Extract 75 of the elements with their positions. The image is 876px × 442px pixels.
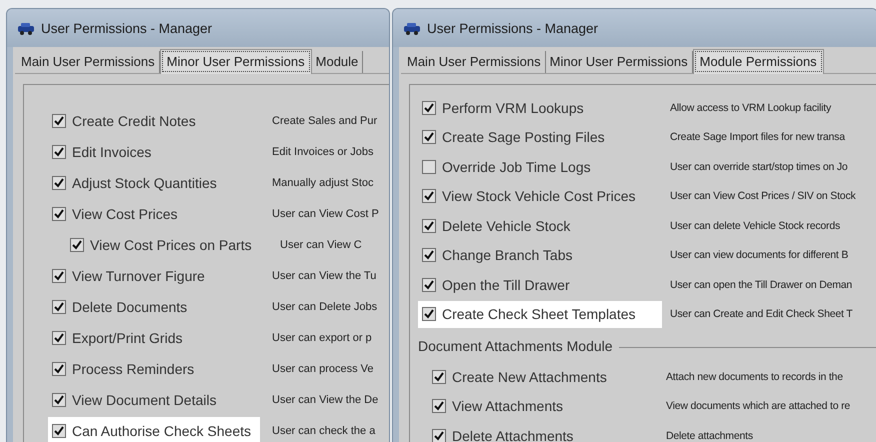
permission-description: User can View Cost Prices / SIV on Stock bbox=[669, 190, 856, 202]
permission-label: View Turnover Figure bbox=[72, 268, 205, 284]
permission-label: Perform VRM Lookups bbox=[442, 100, 584, 116]
permission-description: Create Sales and Pur bbox=[271, 114, 378, 126]
checkbox[interactable] bbox=[70, 238, 84, 252]
tab[interactable]: Module Permissions bbox=[692, 49, 824, 74]
car-icon bbox=[403, 21, 421, 35]
permission-description: View documents which are attached to re bbox=[665, 400, 850, 412]
checkbox[interactable] bbox=[52, 144, 66, 158]
permission-label: Create Credit Notes bbox=[72, 112, 196, 128]
checkbox[interactable] bbox=[432, 399, 446, 414]
checkbox[interactable] bbox=[422, 100, 436, 115]
permission-description: User can check the a bbox=[271, 424, 376, 436]
permission-label: Can Authorise Check Sheets bbox=[72, 422, 251, 438]
permission-label: Override Job Time Logs bbox=[442, 158, 591, 175]
checkbox[interactable] bbox=[52, 392, 66, 406]
permission-description: Manually adjust Stoc bbox=[271, 176, 374, 188]
permission-description: User can export or p bbox=[271, 332, 372, 344]
permission-description: Delete attachments bbox=[665, 430, 753, 442]
permission-label: Process Reminders bbox=[72, 360, 194, 376]
permission-description: User can View the De bbox=[271, 394, 378, 406]
permission-label: View Cost Prices bbox=[72, 206, 178, 222]
permission-description: Allow access to VRM Lookup facility bbox=[669, 102, 832, 114]
permission-description: User can view documents for different B bbox=[669, 249, 848, 262]
permission-label: Adjust Stock Quantities bbox=[72, 174, 217, 190]
permission-label: Edit Invoices bbox=[72, 144, 152, 160]
window-title: User Permissions - Manager bbox=[427, 20, 598, 36]
permission-description: User can View C bbox=[279, 238, 362, 250]
permission-label: View Attachments bbox=[452, 398, 564, 414]
checkbox[interactable] bbox=[422, 130, 436, 144]
permission-label: Export/Print Grids bbox=[72, 330, 182, 346]
permission-description: User can View Cost P bbox=[271, 208, 379, 220]
checkbox[interactable] bbox=[432, 370, 446, 384]
checkbox[interactable] bbox=[52, 330, 66, 344]
checkbox[interactable] bbox=[52, 114, 66, 128]
permission-description: Edit Invoices or Jobs bbox=[271, 146, 374, 158]
permission-label: View Document Details bbox=[72, 392, 216, 408]
permission-description: User can View the Tu bbox=[271, 270, 376, 282]
permission-label: Change Branch Tabs bbox=[442, 247, 572, 264]
checkbox[interactable] bbox=[52, 300, 66, 314]
tab[interactable]: Main User Permissions bbox=[403, 51, 546, 73]
permission-label: Delete Documents bbox=[72, 298, 188, 314]
permission-label: Create Check Sheet Templates bbox=[442, 306, 636, 322]
tab[interactable]: Module bbox=[312, 51, 364, 73]
checkbox[interactable] bbox=[422, 189, 436, 204]
tab[interactable]: Minor User Permissions bbox=[160, 49, 312, 74]
checkbox[interactable] bbox=[422, 248, 436, 262]
permission-description: User can override start/stop times on Jo bbox=[669, 160, 848, 173]
checkbox[interactable] bbox=[422, 278, 436, 292]
permission-description: User can Create and Edit Check Sheet T bbox=[669, 308, 852, 320]
permission-description: User can Delete Jobs bbox=[271, 300, 378, 312]
checkbox[interactable] bbox=[422, 307, 436, 322]
group-title: Document Attachments Module bbox=[418, 338, 619, 354]
checkbox[interactable] bbox=[52, 362, 66, 376]
checkbox[interactable] bbox=[52, 176, 66, 190]
permission-label: View Cost Prices on Parts bbox=[90, 236, 252, 252]
checkbox[interactable] bbox=[52, 268, 66, 282]
permission-description: User can open the Till Drawer on Deman bbox=[669, 278, 852, 291]
permission-label: Create New Attachments bbox=[452, 368, 607, 385]
permission-label: Open the Till Drawer bbox=[442, 276, 570, 293]
permission-label: View Stock Vehicle Cost Prices bbox=[442, 188, 636, 204]
permission-description: Attach new documents to records in the bbox=[665, 370, 843, 383]
permission-label: Delete Attachments bbox=[452, 428, 574, 442]
permission-description: User can delete Vehicle Stock records bbox=[669, 220, 840, 232]
checkbox[interactable] bbox=[52, 424, 66, 438]
permission-description: User can process Ve bbox=[271, 362, 374, 374]
checkbox[interactable] bbox=[52, 206, 66, 220]
permission-label: Delete Vehicle Stock bbox=[442, 218, 570, 234]
window-title: User Permissions - Manager bbox=[41, 20, 212, 36]
permission-description: Create Sage Import files for new transa bbox=[669, 131, 845, 144]
checkbox[interactable] bbox=[432, 428, 446, 442]
checkbox[interactable] bbox=[422, 218, 436, 233]
checkbox[interactable] bbox=[422, 160, 436, 174]
permission-label: Create Sage Posting Files bbox=[442, 129, 605, 146]
car-icon bbox=[17, 21, 35, 35]
